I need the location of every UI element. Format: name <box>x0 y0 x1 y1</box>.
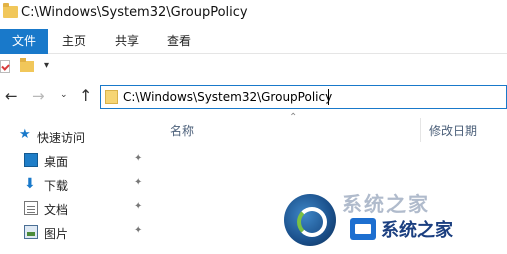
address-bar[interactable] <box>100 85 507 109</box>
sidebar-item-label: 图片 <box>44 227 69 241</box>
document-icon <box>24 201 38 215</box>
sidebar-item-label: 文档 <box>44 203 69 217</box>
sidebar-item-documents[interactable]: 文档 ✦ <box>0 198 155 220</box>
watermark-faded-text: 系统之家 <box>342 192 430 216</box>
tab-home[interactable]: 主页 <box>62 29 86 54</box>
new-folder-icon[interactable] <box>20 58 34 72</box>
properties-icon[interactable] <box>0 60 10 73</box>
title-bar: C:\Windows\System32\GroupPolicy <box>0 0 507 29</box>
window-title: C:\Windows\System32\GroupPolicy <box>21 5 248 20</box>
column-header-date-modified[interactable]: 修改日期 <box>429 122 477 139</box>
star-icon: ★ <box>19 127 31 142</box>
column-divider[interactable] <box>420 118 421 142</box>
tab-file[interactable]: 文件 <box>0 29 48 54</box>
pictures-icon <box>24 225 38 239</box>
address-input[interactable] <box>123 88 493 106</box>
download-icon: ⬇ <box>24 176 36 192</box>
folder-icon <box>3 3 18 18</box>
watermark-logo-icon <box>284 194 336 246</box>
watermark-window-icon <box>350 218 376 240</box>
recent-locations-button[interactable]: ⌄ <box>60 90 68 100</box>
pin-icon[interactable]: ✦ <box>134 153 142 164</box>
back-button[interactable]: ← <box>5 87 18 105</box>
sidebar-item-pictures[interactable]: 图片 ✦ <box>0 222 155 244</box>
tab-view[interactable]: 查看 <box>167 29 191 54</box>
text-caret <box>328 89 329 105</box>
watermark: 系统之家 系统之家 <box>278 188 507 254</box>
sidebar-item-label: 桌面 <box>44 155 69 169</box>
sidebar-item-label: 下载 <box>44 179 69 193</box>
customize-toolbar-dropdown[interactable]: ▾ <box>44 60 49 71</box>
up-button[interactable]: ↑ <box>79 86 92 105</box>
sidebar-item-desktop[interactable]: 桌面 ✦ <box>0 150 155 172</box>
navigation-pane: ★ 快速访问 桌面 ✦ ⬇ 下载 ✦ 文档 ✦ 图片 ✦ <box>0 126 155 254</box>
column-header-name[interactable]: 名称 <box>170 122 194 139</box>
forward-button[interactable]: → <box>32 87 45 105</box>
tab-share[interactable]: 共享 <box>115 29 139 54</box>
watermark-text: 系统之家 <box>381 220 453 241</box>
address-row: ← → ⌄ ↑ <box>0 82 507 112</box>
quick-access-toolbar: ▾ <box>0 54 507 80</box>
sidebar-item-quick-access[interactable]: ★ 快速访问 <box>0 126 155 148</box>
pin-icon[interactable]: ✦ <box>134 177 142 188</box>
pin-icon[interactable]: ✦ <box>134 201 142 212</box>
sidebar-item-label: 快速访问 <box>37 131 86 145</box>
sidebar-item-downloads[interactable]: ⬇ 下载 ✦ <box>0 174 155 196</box>
ribbon-tabs: 文件 主页 共享 查看 <box>0 29 507 54</box>
folder-icon <box>105 90 118 104</box>
sort-ascending-icon: ⌃ <box>289 112 298 123</box>
pin-icon[interactable]: ✦ <box>134 225 142 236</box>
desktop-icon <box>24 153 38 167</box>
